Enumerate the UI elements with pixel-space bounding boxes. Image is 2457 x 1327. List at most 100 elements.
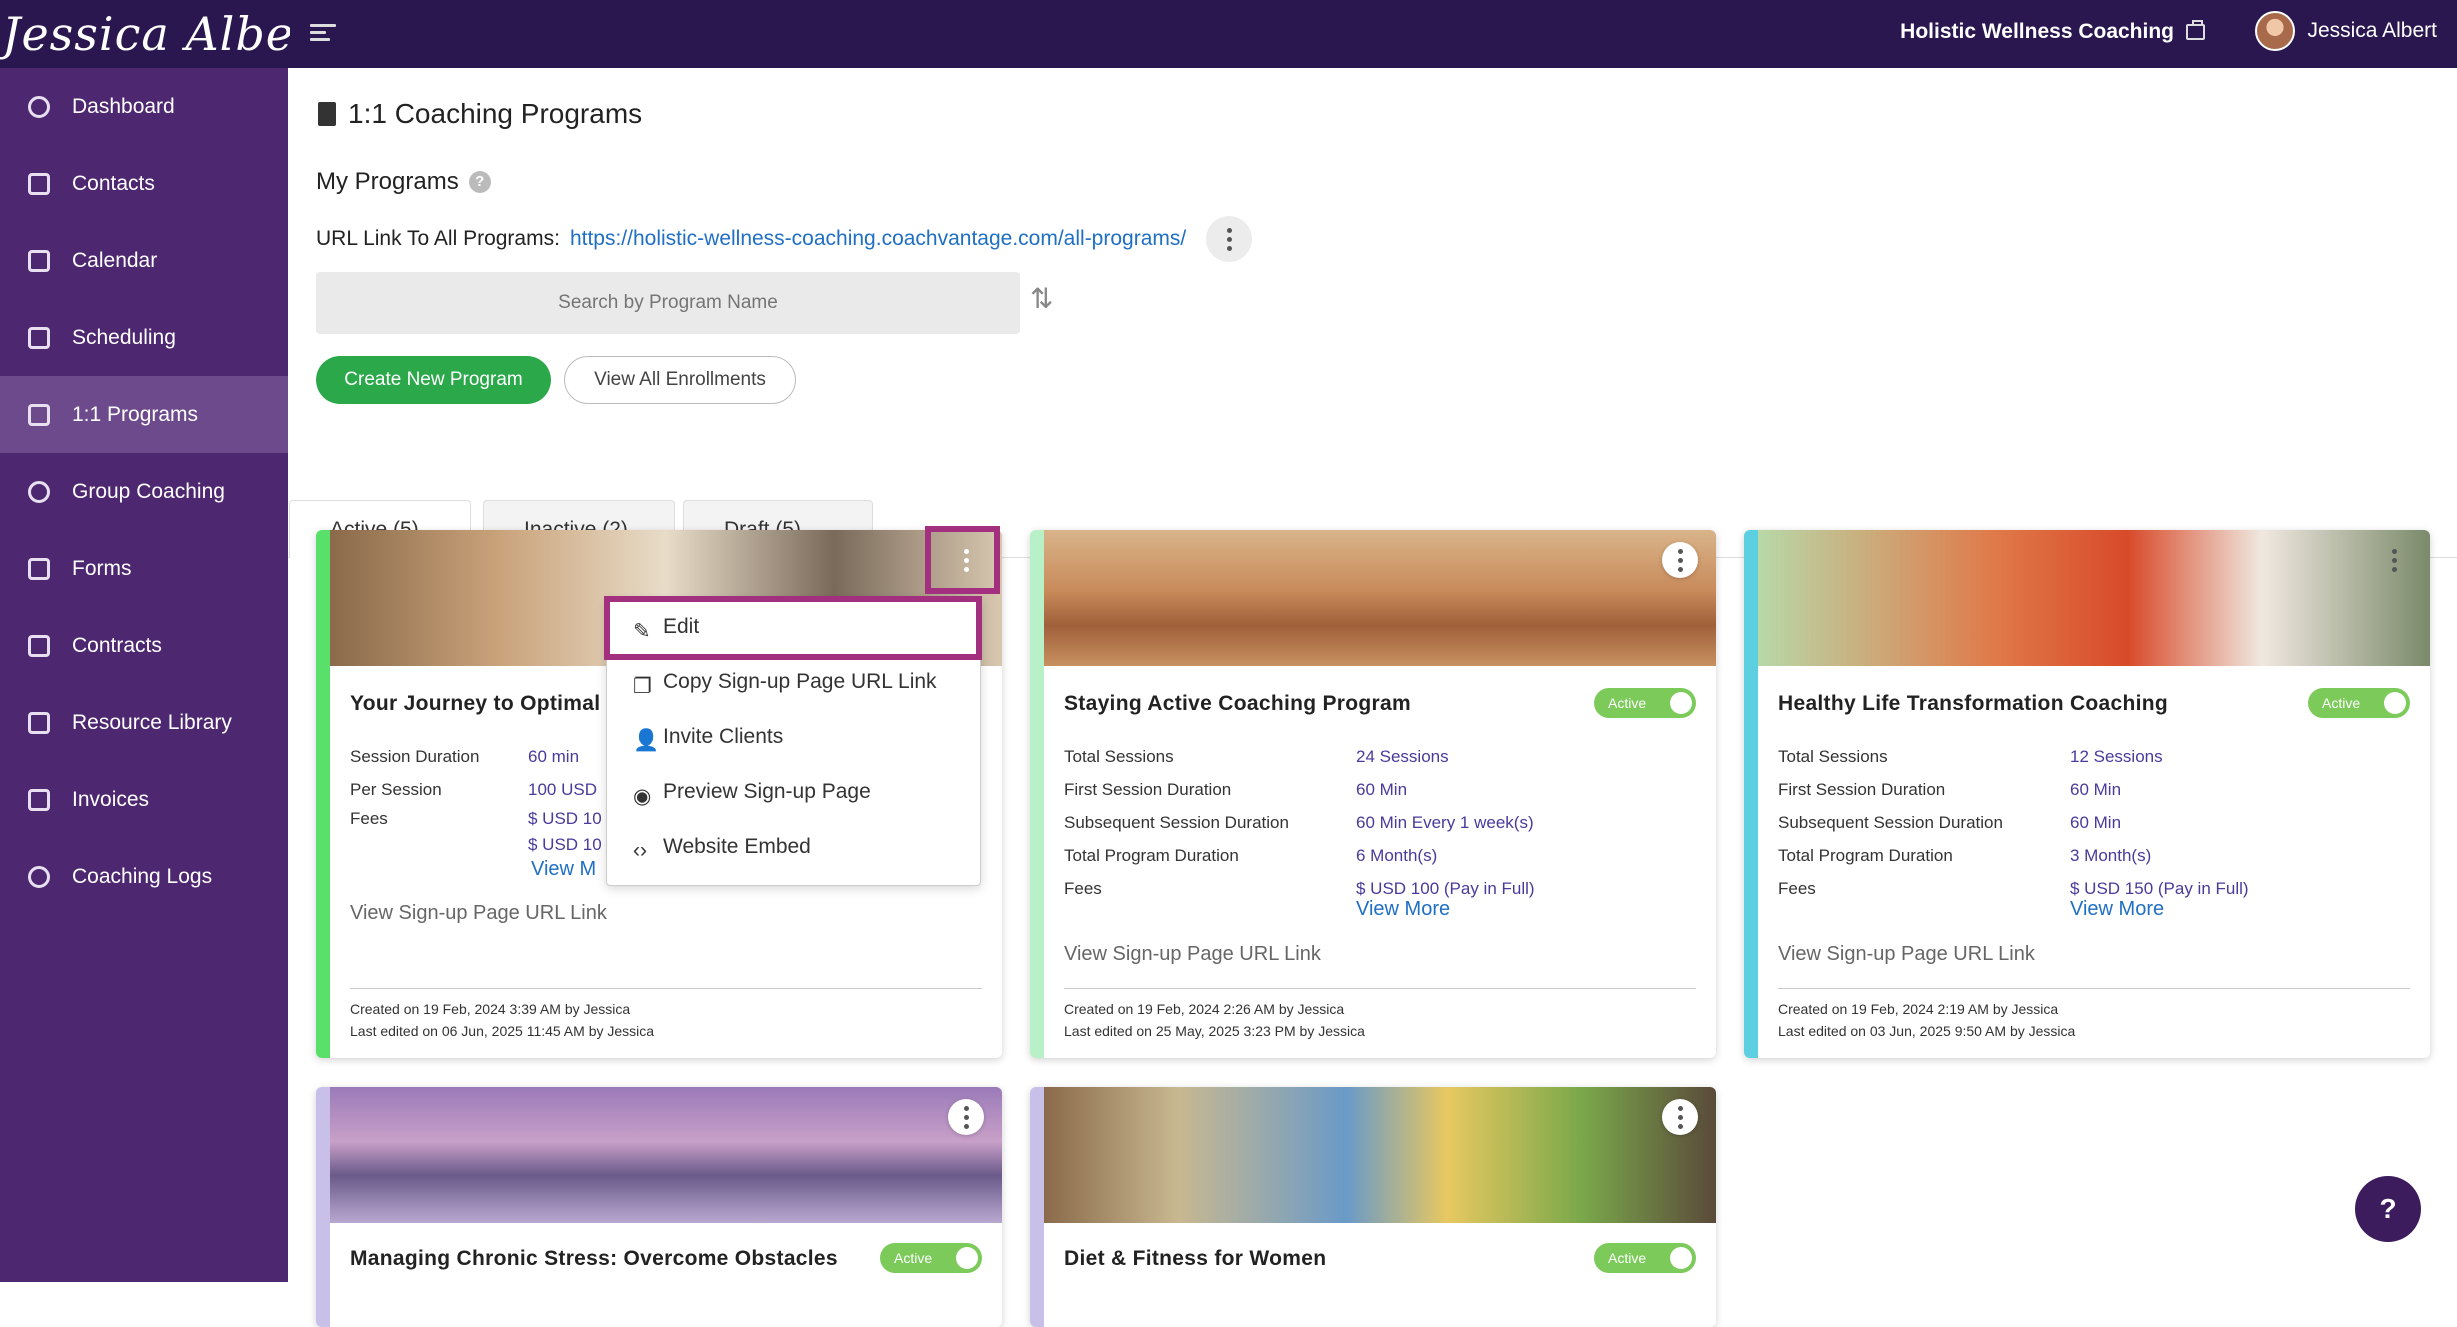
menu-item-label: Invite Clients	[663, 725, 783, 749]
detail-label: Subsequent Session Duration	[1064, 813, 1356, 833]
logo[interactable]: Jessica Albert	[0, 0, 290, 68]
card-more-button[interactable]	[2376, 542, 2412, 578]
avatar	[2255, 11, 2295, 51]
sidebar-item-programs[interactable]: 1:1 Programs	[0, 376, 288, 453]
sidebar-item-scheduling[interactable]: Scheduling	[0, 299, 288, 376]
user-name: Jessica Albert	[2307, 19, 2437, 43]
sidebar-item-coaching-logs[interactable]: Coaching Logs	[0, 838, 288, 915]
detail-value: $ USD 10	[528, 809, 602, 829]
signup-link[interactable]: View Sign-up Page URL Link	[350, 902, 607, 925]
calendar-icon	[28, 250, 50, 272]
copy-icon: ❐	[633, 674, 649, 690]
sidebar-item-calendar[interactable]: Calendar	[0, 222, 288, 299]
program-image	[330, 1087, 1002, 1223]
sidebar-item-label: Dashboard	[72, 95, 175, 119]
sidebar-item-forms[interactable]: Forms	[0, 530, 288, 607]
program-image	[1044, 1087, 1716, 1223]
view-more-link[interactable]: View More	[2070, 898, 2164, 921]
sidebar-item-group-coaching[interactable]: Group Coaching	[0, 453, 288, 530]
sidebar-item-label: Resource Library	[72, 711, 232, 735]
sidebar-item-label: Forms	[72, 557, 132, 581]
view-more-link[interactable]: View M	[531, 858, 596, 881]
created-text: Created on 19 Feb, 2024 2:26 AM by Jessi…	[1064, 998, 1365, 1020]
create-program-button[interactable]: Create New Program	[316, 356, 551, 404]
card-more-button[interactable]	[948, 1099, 984, 1135]
detail-value: 100 USD	[528, 780, 597, 800]
program-card[interactable]: Healthy Life Transformation Coaching Act…	[1744, 530, 2430, 1058]
sidebar-item-label: Calendar	[72, 249, 157, 273]
created-text: Created on 19 Feb, 2024 3:39 AM by Jessi…	[350, 998, 654, 1020]
company-name[interactable]: Holistic Wellness Coaching	[1900, 20, 2205, 44]
detail-label: Total Sessions	[1778, 747, 2070, 767]
view-enrollments-button[interactable]: View All Enrollments	[564, 356, 796, 404]
url-row: URL Link To All Programs: https://holist…	[316, 216, 1252, 262]
edited-text: Last edited on 25 May, 2025 3:23 PM by J…	[1064, 1020, 1365, 1042]
forms-icon	[28, 558, 50, 580]
all-programs-link[interactable]: https://holistic-wellness-coaching.coach…	[570, 227, 1186, 251]
detail-value: $ USD 10	[528, 835, 602, 855]
page-title: 1:1 Coaching Programs	[318, 98, 642, 130]
sidebar-item-resource-library[interactable]: Resource Library	[0, 684, 288, 761]
card-meta: Created on 19 Feb, 2024 2:26 AM by Jessi…	[1064, 998, 1365, 1042]
help-icon[interactable]: ?	[469, 171, 491, 193]
sidebar-item-label: Scheduling	[72, 326, 176, 350]
sidebar-item-contracts[interactable]: Contracts	[0, 607, 288, 684]
menu-item-invite[interactable]: 👤 Invite Clients	[607, 709, 980, 764]
signup-link[interactable]: View Sign-up Page URL Link	[1778, 943, 2035, 966]
signup-link[interactable]: View Sign-up Page URL Link	[1064, 943, 1321, 966]
status-toggle[interactable]: Active	[2308, 688, 2410, 718]
detail-value: 3 Month(s)	[2070, 846, 2151, 866]
dashboard-icon	[28, 96, 50, 118]
program-card[interactable]: Managing Chronic Stress: Overcome Obstac…	[316, 1087, 1002, 1327]
menu-toggle-icon[interactable]	[310, 20, 336, 48]
code-icon: ‹›	[633, 839, 649, 855]
url-more-button[interactable]	[1206, 216, 1252, 262]
sidebar-item-invoices[interactable]: Invoices	[0, 761, 288, 838]
edited-text: Last edited on 06 Jun, 2025 11:45 AM by …	[350, 1020, 654, 1042]
detail-value: 24 Sessions	[1356, 747, 1449, 767]
program-title[interactable]: Healthy Life Transformation Coaching	[1778, 692, 2168, 716]
detail-value: 60 Min	[2070, 780, 2121, 800]
contacts-icon	[28, 173, 50, 195]
more-vertical-icon	[1678, 1106, 1683, 1129]
status-toggle[interactable]: Active	[880, 1243, 982, 1273]
sort-icon[interactable]: ⇅	[1030, 282, 1053, 315]
invite-icon: 👤	[633, 729, 649, 745]
detail-value: 6 Month(s)	[1356, 846, 1437, 866]
status-toggle[interactable]: Active	[1594, 1243, 1696, 1273]
detail-value: 60 Min	[2070, 813, 2121, 833]
program-title[interactable]: Staying Active Coaching Program	[1064, 692, 1411, 716]
status-toggle[interactable]: Active	[1594, 688, 1696, 718]
url-label: URL Link To All Programs:	[316, 227, 560, 251]
menu-item-embed[interactable]: ‹›Website Embed	[607, 819, 980, 874]
card-more-button[interactable]	[1662, 542, 1698, 578]
menu-item-preview[interactable]: ◉Preview Sign-up Page	[607, 764, 980, 819]
sidebar-item-label: Invoices	[72, 788, 149, 812]
card-meta: Created on 19 Feb, 2024 3:39 AM by Jessi…	[350, 998, 654, 1042]
sidebar-item-dashboard[interactable]: Dashboard	[0, 68, 288, 145]
user-menu[interactable]: Jessica Albert	[2255, 11, 2437, 51]
program-card[interactable]: Diet & Fitness for Women Active	[1030, 1087, 1716, 1327]
sidebar-item-contacts[interactable]: Contacts	[0, 145, 288, 222]
help-button[interactable]: ?	[2355, 1176, 2421, 1242]
edit-highlight	[604, 596, 982, 660]
program-image	[1044, 530, 1716, 666]
detail-label: Fees	[1778, 879, 2070, 899]
program-details: Total Sessions24 Sessions First Session …	[1064, 740, 1535, 905]
detail-label: First Session Duration	[1778, 780, 2070, 800]
program-card[interactable]: Staying Active Coaching Program Active T…	[1030, 530, 1716, 1058]
clock-icon	[28, 866, 50, 888]
menu-item-label: Copy Sign-up Page URL Link	[663, 670, 937, 694]
card-more-button[interactable]	[1662, 1099, 1698, 1135]
sidebar: Dashboard Contacts Calendar Scheduling 1…	[0, 68, 288, 1282]
page-title-text: 1:1 Coaching Programs	[348, 98, 642, 130]
program-title[interactable]: Managing Chronic Stress: Overcome Obstac…	[350, 1247, 838, 1271]
view-more-link[interactable]: View More	[1356, 898, 1450, 921]
program-title[interactable]: Your Journey to Optimal	[350, 692, 600, 716]
search-input[interactable]	[316, 272, 1020, 334]
detail-value: $ USD 100 (Pay in Full)	[1356, 879, 1535, 899]
program-title[interactable]: Diet & Fitness for Women	[1064, 1247, 1326, 1271]
menu-item-copy-link[interactable]: ❐ Copy Sign-up Page URL Link	[607, 654, 980, 709]
scheduling-icon	[28, 327, 50, 349]
library-icon	[28, 712, 50, 734]
